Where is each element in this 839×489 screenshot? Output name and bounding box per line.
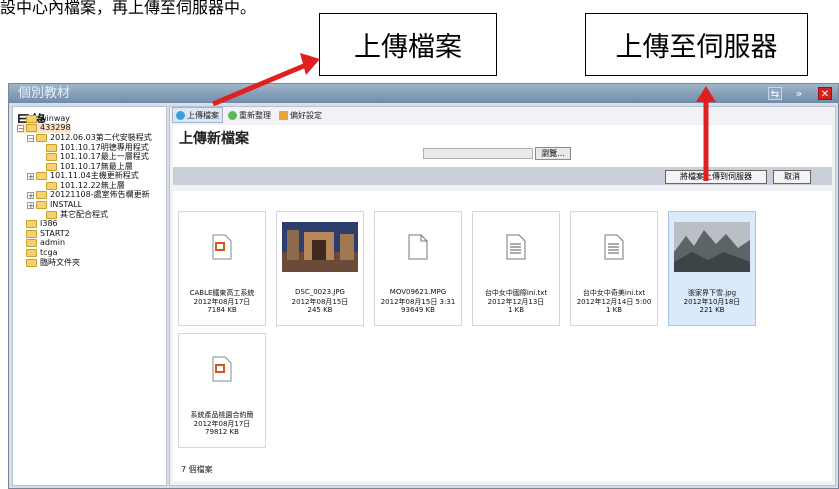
arrow-layer bbox=[212, 53, 716, 181]
arrow-to-upload-tab bbox=[212, 53, 320, 107]
arrow-to-server-button bbox=[696, 86, 716, 181]
